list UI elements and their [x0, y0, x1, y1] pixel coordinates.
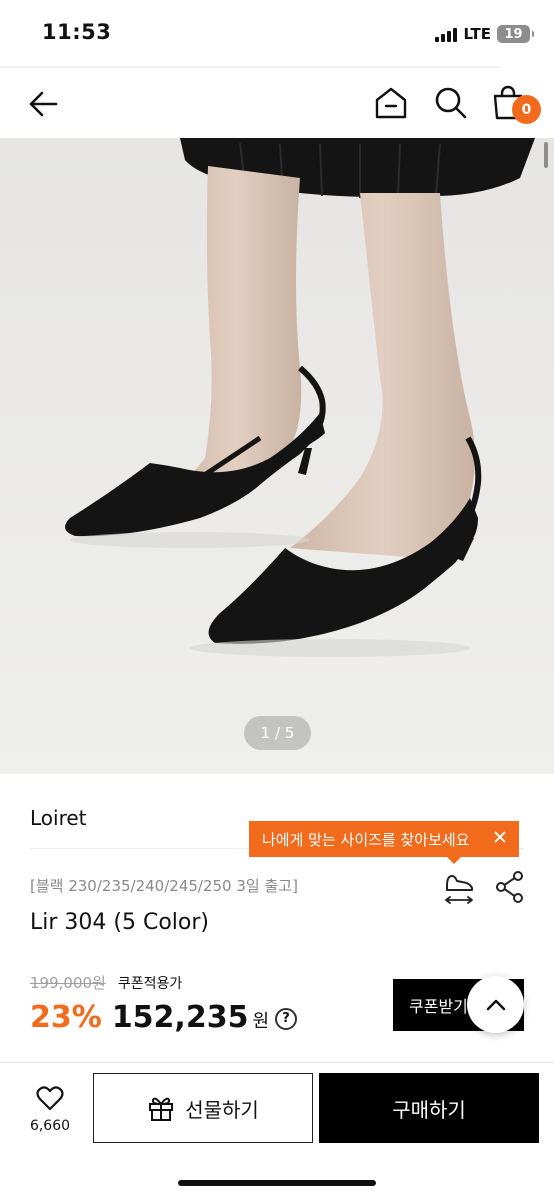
home-indicator[interactable] [178, 1180, 376, 1186]
signal-icon [435, 26, 458, 42]
close-icon[interactable]: ✕ [489, 827, 511, 849]
battery-level: 19 [504, 26, 523, 42]
home-icon [375, 87, 407, 119]
sale-price: 152,235 [111, 1000, 249, 1035]
price-top-row: 199,000원 쿠폰적용가 [30, 972, 182, 993]
share-icon [496, 871, 523, 903]
shoes-photo [0, 138, 554, 774]
scrollbar[interactable] [544, 142, 548, 168]
size-finder-tooltip[interactable]: 나에게 맞는 사이즈를 찾아보세요 ✕ [249, 821, 519, 864]
heart-icon [36, 1086, 64, 1111]
buy-button[interactable]: 구매하기 [319, 1073, 539, 1143]
search-icon [435, 87, 467, 119]
product-image[interactable] [0, 138, 554, 774]
chevron-up-icon [486, 999, 505, 1010]
discount-rate: 23% [30, 1000, 102, 1035]
like-count: 6,660 [29, 1118, 71, 1134]
brand-name[interactable]: Loiret [30, 806, 87, 830]
help-icon[interactable]: ? [275, 1007, 298, 1030]
original-price: 199,000원 [30, 974, 106, 992]
like-button[interactable]: 6,660 [20, 1086, 80, 1142]
battery-icon: 19 [497, 25, 534, 43]
gift-icon [149, 1097, 174, 1121]
gift-button[interactable]: 선물하기 [93, 1073, 313, 1143]
arrow-left-icon [29, 91, 58, 117]
size-finder-button[interactable] [442, 868, 476, 906]
status-indicators: LTE 19 [435, 24, 534, 44]
scroll-top-button[interactable] [467, 976, 524, 1033]
status-bar: 11:53 LTE 19 [0, 0, 554, 66]
share-button[interactable] [494, 870, 526, 904]
gift-label: 선물하기 [185, 1097, 259, 1122]
product-name: Lir 304 (5 Color) [30, 910, 209, 935]
price-main-row: 23% 152,235 원 ? [30, 1000, 298, 1035]
top-divider [0, 66, 500, 68]
image-pager: 1 / 5 [244, 716, 311, 750]
home-button[interactable] [372, 84, 410, 122]
search-button[interactable] [432, 84, 470, 122]
shoe-size-icon [445, 875, 473, 904]
back-button[interactable] [24, 84, 64, 124]
nav-bar [0, 66, 554, 138]
network-type: LTE [463, 25, 491, 43]
size-tooltip-text: 나에게 맞는 사이즈를 찾아보세요 [262, 830, 470, 849]
coupon-price-label: 쿠폰적용가 [117, 975, 183, 992]
status-time: 11:53 [42, 20, 112, 44]
shipping-note: [블랙 230/235/240/245/250 3일 출고] [30, 877, 298, 895]
cart-count-badge: 0 [512, 95, 541, 124]
currency-unit: 원 [252, 1010, 270, 1032]
